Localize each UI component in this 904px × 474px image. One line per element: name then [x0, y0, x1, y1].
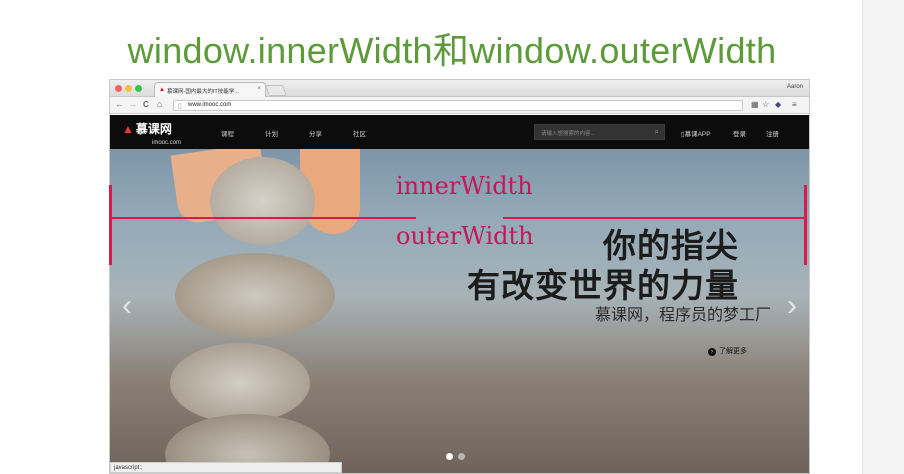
nav-share[interactable]: 分享: [309, 128, 322, 138]
slide-pager-dot[interactable]: [458, 453, 465, 460]
page-icon: ▯: [178, 103, 182, 110]
status-bar: javascript:;: [110, 462, 342, 473]
nav-courses[interactable]: 课程: [221, 128, 234, 138]
tab-close-icon[interactable]: ×: [257, 86, 261, 92]
home-icon[interactable]: ⌂: [157, 99, 162, 109]
browser-titlebar: ▲ 慕课网-国内最大的IT技能学... × Aaron: [110, 80, 809, 97]
slide-pager-dot[interactable]: [446, 453, 453, 460]
hero-headline-2: 有改变世界的力量: [467, 267, 739, 304]
register-link[interactable]: 注册: [766, 128, 779, 138]
tab-title: 慕课网-国内最大的IT技能学...: [167, 89, 239, 95]
slide-edge: [862, 0, 904, 474]
search-placeholder: 请输入想搜索的内容...: [541, 131, 596, 137]
hero-subtitle: 慕课网，程序员的梦工厂: [594, 307, 771, 324]
bookmark-star-icon[interactable]: ☆: [762, 100, 769, 109]
minimize-window-button[interactable]: [125, 85, 132, 92]
extension-icon[interactable]: ▦: [751, 100, 759, 109]
site-search-input[interactable]: 请输入想搜索的内容... ⌕: [534, 124, 665, 140]
menu-icon[interactable]: ≡: [792, 100, 797, 109]
extension-bag-icon[interactable]: ◆: [775, 100, 781, 109]
forward-icon[interactable]: →: [128, 99, 137, 109]
width-measure-end-left: [109, 185, 112, 265]
address-text: www.imooc.com: [188, 102, 232, 108]
width-measure-line-left: [111, 217, 416, 219]
outer-width-label: outerWidth: [396, 222, 534, 250]
app-download-link[interactable]: ▯慕课APP: [681, 128, 711, 138]
browser-window: ▲ 慕课网-国内最大的IT技能学... × Aaron ← → C ⌂ ▯ ww…: [109, 79, 810, 474]
browser-toolbar: ← → C ⌂ ▯ www.imooc.com ▦ ☆ ◆ ≡: [110, 97, 809, 114]
flame-icon: ▲: [122, 122, 134, 136]
address-bar[interactable]: ▯ www.imooc.com: [173, 100, 743, 111]
play-icon: ›: [708, 348, 716, 356]
stone-image: [170, 343, 310, 423]
app-label: 慕课APP: [684, 131, 711, 138]
profile-name[interactable]: Aaron: [787, 84, 803, 90]
logo-text: 慕课网: [135, 122, 172, 136]
stone-image: [210, 157, 315, 245]
nav-plans[interactable]: 计划: [265, 128, 278, 138]
site-header: ▲ 慕课网 imooc.com 课程 计划 分享 社区 请输入想搜索的内容... …: [110, 115, 809, 149]
login-link[interactable]: 登录: [733, 128, 746, 138]
width-measure-line-right: [503, 217, 807, 219]
new-tab-button[interactable]: [264, 85, 288, 96]
stone-image: [175, 253, 335, 338]
back-icon[interactable]: ←: [115, 99, 124, 109]
reload-icon[interactable]: C: [143, 100, 149, 109]
slide-title: window.innerWidth和window.outerWidth: [127, 30, 777, 71]
logo-subtext: imooc.com: [152, 140, 182, 146]
inner-width-label: innerWidth: [396, 172, 533, 200]
search-icon[interactable]: ⌕: [655, 127, 659, 137]
close-window-button[interactable]: [115, 85, 122, 92]
learn-more-link[interactable]: › 了解更多: [708, 346, 747, 356]
learn-more-label: 了解更多: [719, 348, 747, 355]
prev-slide-arrow-icon[interactable]: ‹: [122, 289, 132, 323]
nav-community[interactable]: 社区: [353, 128, 366, 138]
site-logo[interactable]: ▲ 慕课网 imooc.com: [122, 120, 181, 146]
next-slide-arrow-icon[interactable]: ›: [787, 289, 797, 323]
browser-tab[interactable]: ▲ 慕课网-国内最大的IT技能学... ×: [154, 82, 266, 97]
maximize-window-button[interactable]: [135, 85, 142, 92]
favicon-icon: ▲: [159, 87, 165, 93]
width-measure-end-right: [804, 185, 807, 265]
